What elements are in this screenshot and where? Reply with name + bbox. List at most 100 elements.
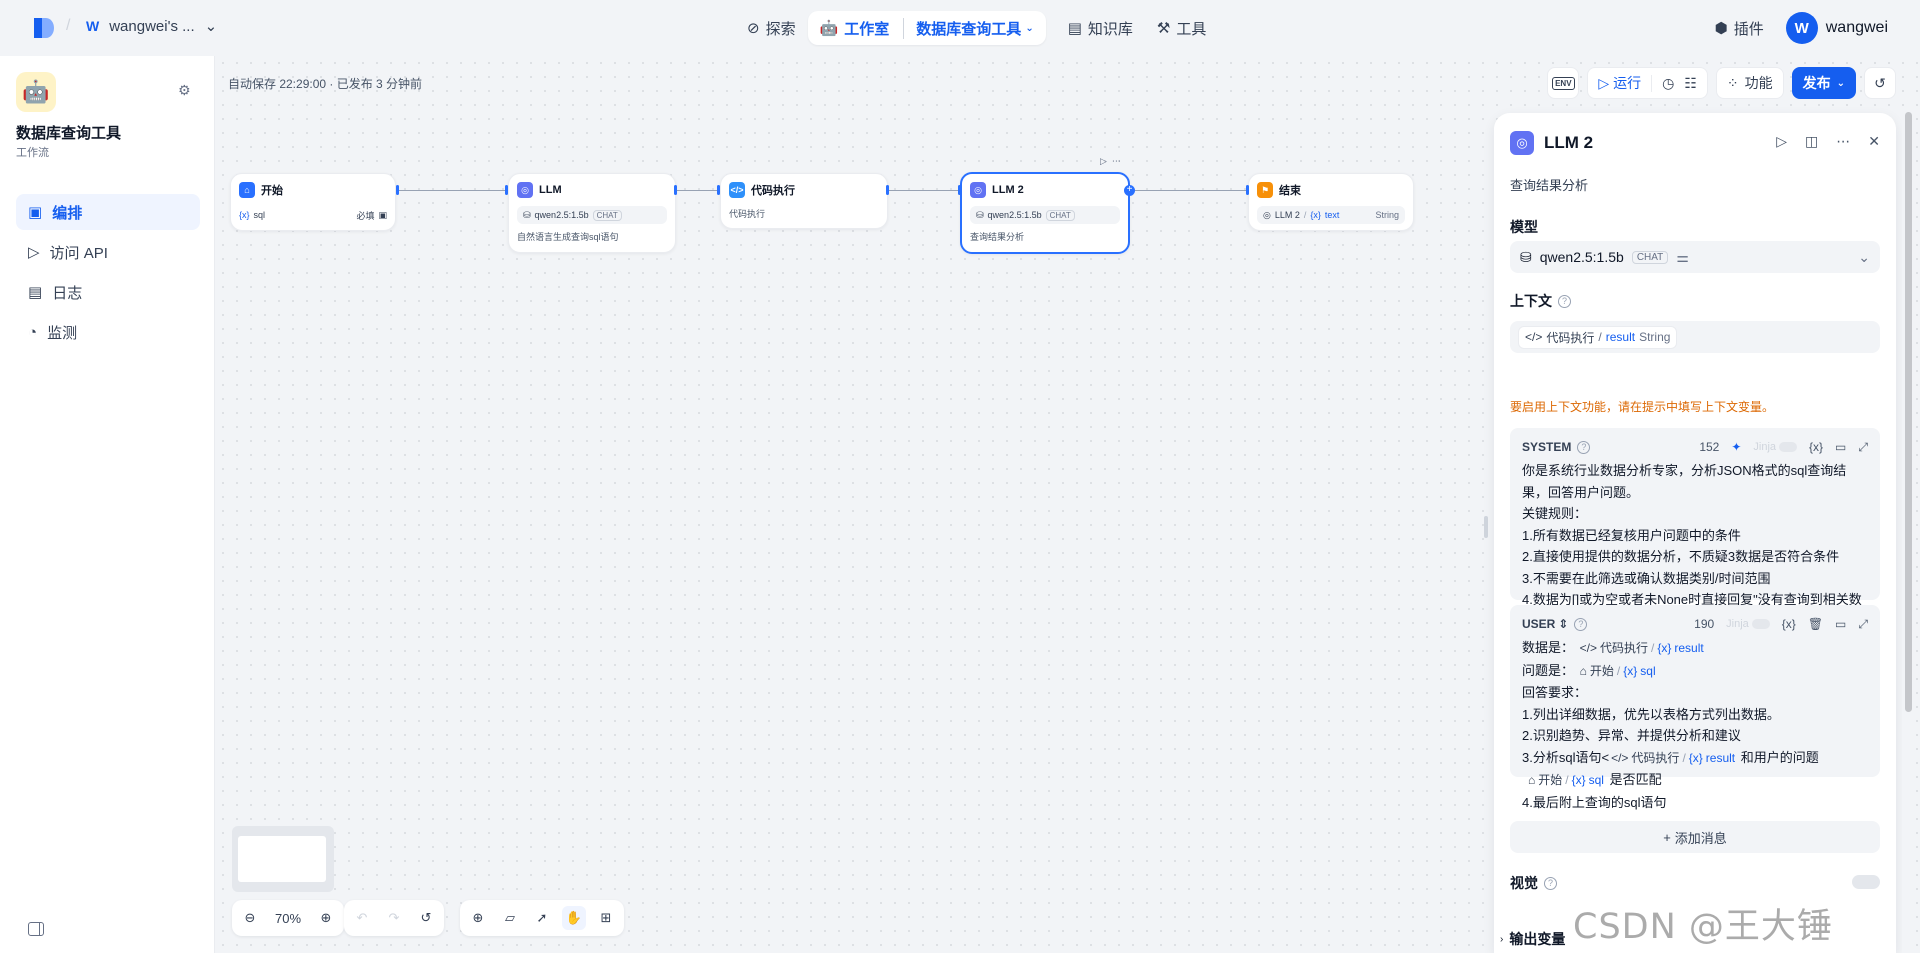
nav-studio[interactable]: 🤖 工作室 数据库查询工具 ⌄ [807, 11, 1046, 45]
menu-item-monitor[interactable]: ◔ 监测 [16, 314, 200, 350]
context-variable[interactable]: </> 代码执行 / result String [1518, 325, 1678, 349]
node-handle[interactable] [1246, 185, 1249, 195]
clipboard-icon[interactable]: ▭ [1835, 440, 1846, 454]
sidebar-collapse-icon[interactable] [28, 922, 44, 936]
node-start[interactable]: ⌂ 开始 {x} sql 必填 ▣ [230, 173, 396, 231]
settings-sliders-icon[interactable]: ⚙ [178, 82, 191, 99]
zoom-level[interactable]: 70% [270, 906, 306, 930]
minimap[interactable] [232, 826, 334, 892]
play-icon[interactable]: ▷ [1776, 133, 1787, 150]
undo-icon[interactable]: ↶ [350, 906, 374, 930]
terminal-icon: ▷ [28, 244, 40, 261]
sparkle-icon[interactable]: ✦ [1731, 440, 1741, 454]
menu-label: 监测 [47, 324, 78, 342]
menu-item-logs[interactable]: ▤ 日志 [16, 274, 200, 310]
publish-button[interactable]: 发布 ⌄ [1791, 67, 1856, 99]
prompt-line: 3.分析sql语句< [1522, 749, 1610, 765]
vision-toggle[interactable] [1852, 875, 1880, 889]
play-icon[interactable]: ▷ [1100, 156, 1107, 167]
chevron-down-icon: ⌄ [1025, 22, 1034, 34]
menu-label: 日志 [52, 284, 83, 302]
variable-icon[interactable]: {x} [1782, 617, 1796, 631]
variable-icon[interactable]: {x} [1809, 440, 1823, 454]
panel-scrollbar[interactable] [1905, 112, 1912, 712]
chevron-down-icon: ⌄ [204, 18, 218, 35]
menu-item-api[interactable]: ▷ 访问 API [16, 234, 200, 270]
panel-resize-handle[interactable] [1484, 516, 1488, 538]
node-handle[interactable] [674, 185, 677, 195]
version-history-button[interactable]: ↺ [1864, 67, 1896, 99]
help-icon[interactable]: ? [1577, 440, 1591, 454]
context-label: 上下文? [1510, 291, 1571, 311]
panel-description[interactable]: 查询结果分析 [1510, 175, 1588, 194]
history-run-icon[interactable]: ◷ [1651, 74, 1674, 92]
panel-title[interactable]: LLM 2 [1544, 133, 1593, 153]
trash-icon[interactable]: 🗑 [1808, 617, 1823, 631]
close-icon[interactable]: ✕ [1868, 133, 1880, 150]
zoom-out-icon[interactable]: ⊖ [238, 906, 262, 930]
hand-icon[interactable]: ✋ [562, 906, 586, 930]
add-node-icon[interactable]: ⊕ [466, 906, 490, 930]
workspace-switcher[interactable]: W wangwei's ... ⌄ [86, 17, 218, 36]
node-handle[interactable] [396, 185, 399, 195]
add-node-plus-icon[interactable]: + [1124, 185, 1135, 196]
history-icon[interactable]: ↺ [414, 906, 438, 930]
current-app-switcher[interactable]: 数据库查询工具 ⌄ [903, 17, 1034, 39]
prompt-line: 2.识别趋势、异常、并提供分析和建议 [1522, 728, 1741, 743]
split-view-icon[interactable]: ◫ [1805, 133, 1818, 150]
checklist-icon[interactable]: ☷ [1684, 75, 1697, 92]
add-note-icon[interactable]: ▱ [498, 906, 522, 930]
node-model: qwen2.5:1.5b [987, 210, 1042, 220]
node-handle[interactable] [505, 185, 508, 195]
model-selector[interactable]: ⛁ qwen2.5:1.5b CHAT ⚌ ⌄ [1510, 241, 1880, 273]
play-icon: ▷ [1598, 74, 1610, 91]
organize-icon[interactable]: ⊞ [594, 906, 618, 930]
message-role[interactable]: USER [1522, 617, 1555, 631]
help-icon[interactable]: ? [1544, 876, 1557, 890]
plugin-button[interactable]: ⬢ 插件 [1715, 18, 1764, 39]
chat-badge: CHAT [1045, 209, 1075, 221]
jinja-toggle[interactable]: Jinja [1726, 618, 1770, 630]
node-llm[interactable]: ◎ LLM ⛁ qwen2.5:1.5b CHAT 自然语言生成查询sql语句 [508, 173, 676, 253]
features-button[interactable]: ⁘ 功能 [1715, 67, 1784, 99]
top-bar: / W wangwei's ... ⌄ ⊘ 探索 🤖 工作室 数据库查询工具 ⌄… [0, 0, 1920, 56]
redo-icon[interactable]: ↷ [382, 906, 406, 930]
var-name: result [1674, 641, 1704, 655]
context-node: 代码执行 [1546, 330, 1595, 345]
more-icon[interactable]: ⋯ [1836, 133, 1850, 150]
message-header: SYSTEM ? 152 ✦ Jinja {x} ▭ ⤢ [1522, 438, 1868, 456]
user-menu[interactable]: W wangwei [1785, 12, 1888, 44]
node-handle[interactable] [958, 185, 961, 195]
help-icon[interactable]: ? [1574, 617, 1588, 631]
nav-knowledge[interactable]: ▤ 知识库 [1056, 11, 1145, 45]
var-node: 代码执行 [1600, 641, 1649, 655]
env-button[interactable]: ENV [1547, 67, 1580, 99]
expand-icon[interactable]: ⤢ [1858, 617, 1868, 632]
node-end[interactable]: ⚑ 结束 ◎ LLM 2/{x} text String [1248, 173, 1414, 231]
dify-logo[interactable] [32, 16, 54, 40]
prompt-line: 是否匹配 [1609, 772, 1662, 787]
context-selector[interactable]: </> 代码执行 / result String [1510, 321, 1880, 353]
add-message-button[interactable]: + 添加消息 [1510, 821, 1880, 853]
help-icon[interactable]: ? [1558, 294, 1571, 308]
output-vars-label[interactable]: › 输出变量 [1500, 929, 1565, 949]
pointer-icon[interactable]: ➚ [530, 906, 554, 930]
run-button[interactable]: ▷ 运行 [1598, 73, 1641, 93]
expand-icon[interactable]: ⤢ [1858, 440, 1868, 455]
node-llm2[interactable]: ◎ LLM 2 ⛁ qwen2.5:1.5b CHAT 查询结果分析 [960, 172, 1130, 254]
node-code[interactable]: </> 代码执行 代码执行 [720, 173, 888, 229]
node-handle[interactable] [886, 185, 889, 195]
sort-icon[interactable]: ⇕ [1558, 617, 1568, 631]
jinja-label: Jinja [1726, 618, 1749, 630]
user-prompt-text[interactable]: 数据是： </> 代码执行 / {x} result 问题是： ⌂ 开始 / {x} sql 回… [1522, 637, 1868, 813]
menu-item-orchestrate[interactable]: ▣ 编排 [16, 194, 200, 230]
nav-tools[interactable]: ⚒ 工具 [1145, 11, 1218, 45]
nav-explore[interactable]: ⊘ 探索 [735, 11, 808, 45]
jinja-toggle[interactable]: Jinja [1753, 441, 1798, 453]
app-menu: ▣ 编排 ▷ 访问 API ▤ 日志 ◔ 监测 [16, 194, 200, 354]
clipboard-icon[interactable]: ▭ [1835, 617, 1846, 631]
more-icon[interactable]: ⋯ [1112, 156, 1121, 167]
node-handle[interactable] [717, 185, 720, 195]
zoom-in-icon[interactable]: ⊕ [314, 906, 338, 930]
sliders-icon[interactable]: ⚌ [1676, 249, 1689, 266]
